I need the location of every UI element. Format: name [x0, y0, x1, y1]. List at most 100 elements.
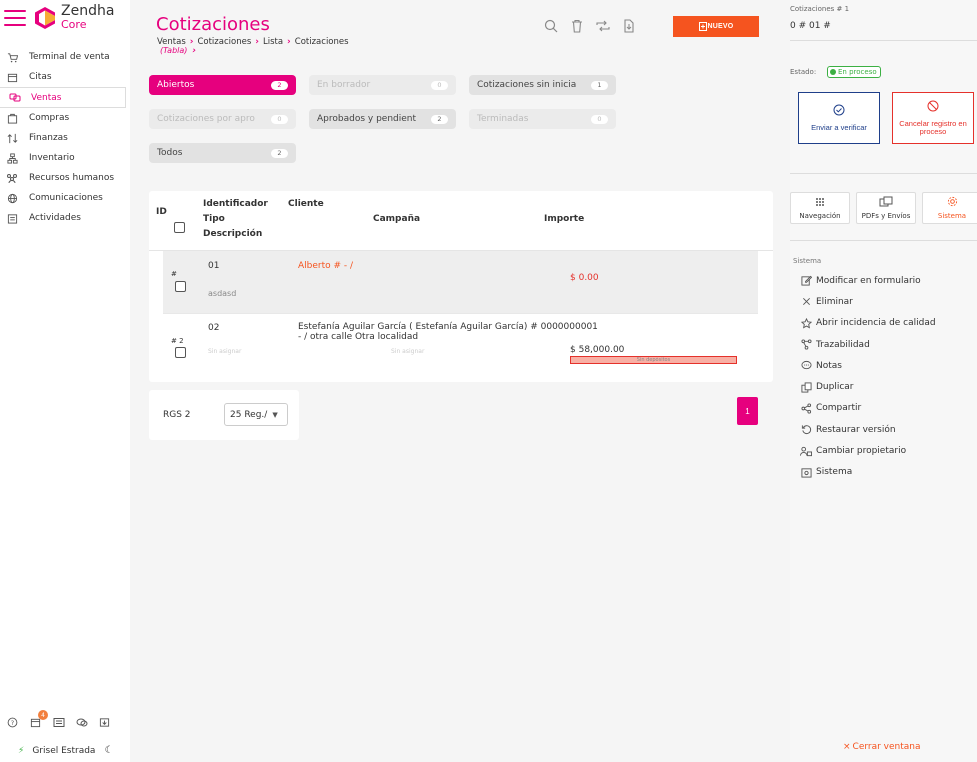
tab-pdfs[interactable]: PDFs y Envíos — [856, 192, 916, 224]
footer-icons: ? 4 — [6, 710, 111, 729]
tab-sistema[interactable]: Sistema — [922, 192, 977, 224]
help-icon[interactable]: ? — [6, 716, 19, 729]
col-identificador[interactable]: Identificador — [203, 199, 268, 209]
page-button[interactable]: 1 — [737, 397, 758, 425]
dark-mode-icon[interactable]: ☾ — [104, 745, 113, 756]
col-descripcion[interactable]: Descripción — [203, 229, 262, 239]
cancel-label: Cancelar registro en proceso — [899, 118, 967, 137]
quotes-table: ID Identificador Tipo Descripción Client… — [149, 191, 773, 382]
action-notas[interactable]: Notas — [800, 355, 936, 376]
cancel-process-button[interactable]: Cancelar registro en proceso — [892, 92, 974, 144]
breadcrumb-item[interactable]: Cotizaciones — [295, 37, 349, 47]
sales-icon — [9, 92, 21, 104]
ban-icon — [927, 100, 939, 114]
table-row[interactable]: # 2 02 Sin asignar Estefanía Aguilar Gar… — [163, 313, 758, 382]
action-cambiar-propietario[interactable]: Cambiar propietario — [800, 440, 936, 461]
action-duplicar[interactable]: Duplicar — [800, 376, 936, 397]
nav-label: Terminal de venta — [29, 52, 110, 62]
calendar-notifications-icon[interactable]: 4 — [29, 710, 48, 729]
row-client[interactable]: Alberto # - / — [298, 261, 353, 271]
user-info[interactable]: ⚡ Grisel Estrada ☾ — [18, 745, 113, 756]
filter-terminadas[interactable]: Terminadas 0 — [469, 109, 616, 129]
filter-count: 0 — [271, 114, 288, 124]
filter-todos[interactable]: Todos 2 — [149, 143, 296, 163]
col-campana[interactable]: Campaña — [373, 214, 420, 224]
action-eliminar[interactable]: Eliminar — [800, 291, 936, 312]
per-page-select[interactable]: 25 Reg./ ▼ — [224, 403, 288, 426]
check-circle-icon — [833, 104, 845, 118]
nav-label: Finanzas — [29, 133, 68, 143]
filter-sin-iniciar[interactable]: Cotizaciones sin inicia 1 — [469, 75, 616, 95]
nav-item-comunicaciones[interactable]: Comunicaciones — [0, 188, 130, 208]
col-tipo[interactable]: Tipo — [203, 214, 225, 224]
select-all-checkbox[interactable] — [174, 222, 185, 233]
close-window-button[interactable]: × Cerrar ventana — [843, 742, 921, 752]
messages-icon[interactable] — [52, 716, 65, 729]
refresh-icon[interactable] — [595, 18, 611, 34]
app-subtitle: Core — [61, 18, 87, 31]
breadcrumb-item[interactable]: Cotizaciones — [197, 37, 251, 47]
action-sistema[interactable]: Sistema — [800, 462, 936, 483]
duplicate-icon — [800, 381, 812, 393]
row-amount: $ 58,000.00 — [570, 345, 625, 355]
nav-item-finanzas[interactable]: Finanzas — [0, 128, 130, 148]
action-label: Abrir incidencia de calidad — [816, 318, 936, 329]
trash-icon[interactable] — [569, 18, 585, 34]
row-client[interactable]: Estefanía Aguilar García ( Estefanía Agu… — [298, 322, 598, 343]
filter-label: Cotizaciones sin inicia — [477, 80, 577, 90]
menu-icon[interactable] — [4, 10, 26, 28]
chat-icon[interactable] — [75, 716, 88, 729]
action-restaurar[interactable]: Restaurar versión — [800, 419, 936, 440]
restore-icon — [800, 424, 812, 436]
nav-item-compras[interactable]: Compras — [0, 108, 130, 128]
table-row[interactable]: # 01 asdasd Alberto # - / $ 0.00 — [163, 251, 758, 313]
action-trazabilidad[interactable]: Trazabilidad — [800, 334, 936, 355]
nav-label: Comunicaciones — [29, 193, 103, 203]
col-importe[interactable]: Importe — [544, 214, 584, 224]
close-label: Cerrar ventana — [852, 742, 921, 752]
action-incidencia[interactable]: Abrir incidencia de calidad — [800, 313, 936, 334]
row-tipo: Sin asignar — [208, 348, 242, 355]
trace-icon — [800, 339, 812, 351]
divider — [790, 173, 977, 174]
toolbar — [543, 18, 637, 34]
inbox-icon[interactable] — [98, 716, 111, 729]
nav-label: Actividades — [29, 213, 81, 223]
action-label: Restaurar versión — [816, 424, 896, 435]
action-compartir[interactable]: Compartir — [800, 398, 936, 419]
new-button[interactable]: NUEVO — [673, 16, 759, 37]
filter-abiertos[interactable]: Abiertos 2 — [149, 75, 296, 95]
view-mode[interactable]: (Tabla) › — [160, 46, 196, 56]
filter-aprobados[interactable]: Aprobados y pendient 2 — [309, 109, 456, 129]
breadcrumb-item[interactable]: Lista — [263, 37, 283, 47]
grid-icon — [815, 197, 825, 209]
nav-item-inventario[interactable]: Inventario — [0, 148, 130, 168]
tab-navegacion[interactable]: Navegación — [790, 192, 850, 224]
filter-por-aprobar[interactable]: Cotizaciones por apro 0 — [149, 109, 296, 129]
filter-en-borrador[interactable]: En borrador 0 — [309, 75, 456, 95]
row-hash: # — [171, 270, 177, 278]
nav-item-citas[interactable]: Citas — [0, 67, 130, 87]
col-cliente[interactable]: Cliente — [288, 199, 324, 209]
activities-icon — [6, 212, 18, 224]
per-page-value: 25 Reg./ — [230, 409, 268, 420]
nav-item-rrhh[interactable]: Recursos humanos — [0, 168, 130, 188]
chevron-right-icon: › — [287, 37, 291, 47]
nav-item-terminal[interactable]: Terminal de venta — [0, 47, 130, 67]
purchases-icon — [6, 112, 18, 124]
action-label: Cambiar propietario — [816, 446, 907, 457]
details-panel: Cotizaciones # 1 0 # 01 # Estado: En pro… — [790, 0, 977, 762]
action-label: Notas — [816, 360, 842, 371]
verify-button[interactable]: Enviar a verificar — [798, 92, 880, 144]
nav-item-actividades[interactable]: Actividades — [0, 208, 130, 228]
row-checkbox[interactable] — [175, 281, 186, 292]
row-checkbox[interactable] — [175, 347, 186, 358]
nav-item-ventas[interactable]: Ventas — [0, 87, 126, 108]
gear-icon — [947, 196, 958, 209]
share-icon — [800, 402, 812, 414]
col-id[interactable]: ID — [156, 207, 167, 217]
search-icon[interactable] — [543, 18, 559, 34]
action-modificar[interactable]: Modificar en formulario — [800, 270, 936, 291]
row-description: asdasd — [208, 289, 237, 298]
export-icon[interactable] — [621, 18, 637, 34]
